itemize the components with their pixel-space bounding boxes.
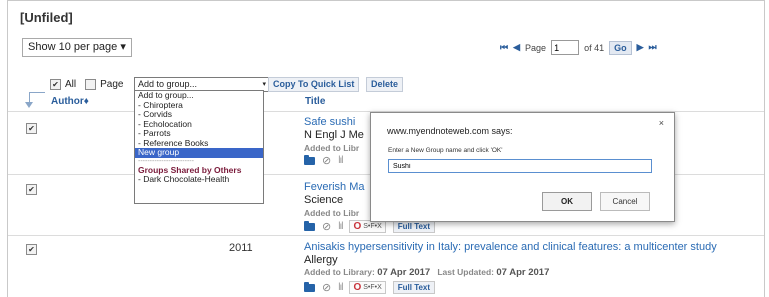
added-date: 07 Apr 2017: [377, 267, 431, 278]
row-checkbox[interactable]: ✔: [26, 184, 37, 195]
select-page-checkbox[interactable]: [85, 79, 97, 90]
reference-added: Added to Libr: [304, 208, 359, 218]
bar-chart-icon[interactable]: lıl: [338, 282, 343, 293]
paperclip-icon[interactable]: ⊘: [322, 282, 331, 293]
page-number-input[interactable]: [551, 40, 580, 55]
reference-added: Added to Library: 07 Apr 2017 Last Updat…: [304, 267, 549, 278]
sfx-label: S•F•X: [363, 223, 382, 230]
row-checkbox[interactable]: ✔: [26, 123, 37, 134]
new-group-prompt-dialog: www.myendnoteweb.com says: × Enter a New…: [370, 112, 675, 222]
next-page-icon[interactable]: ▶: [637, 42, 644, 53]
reference-title-link[interactable]: Anisakis hypersensitivity in Italy: prev…: [304, 241, 717, 253]
sort-icon: ♦: [83, 96, 89, 107]
reference-title-link[interactable]: Safe sushi: [304, 116, 355, 128]
page-label: Page: [525, 42, 547, 53]
column-header-author[interactable]: Author♦: [51, 96, 89, 107]
dialog-title: www.myendnoteweb.com says:: [387, 126, 513, 136]
selection-controls: ✔ All Page: [50, 79, 123, 90]
reference-journal: N Engl J Me: [304, 129, 364, 141]
dropdown-option[interactable]: - Dark Chocolate-Health: [135, 174, 263, 185]
paperclip-icon[interactable]: ⊘: [322, 221, 331, 232]
sfx-logo-icon: O: [353, 281, 362, 293]
folder-icon[interactable]: [304, 281, 315, 292]
cancel-button[interactable]: Cancel: [600, 192, 650, 211]
updated-label: Last Updated:: [437, 267, 494, 277]
folder-icon[interactable]: [304, 155, 315, 165]
go-button[interactable]: Go: [609, 40, 632, 55]
reference-year: 2011: [229, 242, 253, 254]
reference-title-link[interactable]: Feverish Ma: [304, 181, 365, 193]
bar-chart-icon[interactable]: lıl: [338, 156, 343, 166]
group-name-input[interactable]: [388, 159, 652, 173]
column-header-title[interactable]: Title: [305, 96, 325, 107]
paperclip-icon[interactable]: ⊘: [322, 156, 331, 167]
sfx-logo-icon: O: [353, 220, 362, 232]
first-page-icon[interactable]: ⏮: [500, 42, 508, 53]
library-panel: [Unfiled] Show 10 per page ▾ ⏮ ◀ Page of…: [7, 0, 765, 297]
page-count: of 41: [584, 42, 605, 53]
dropdown-option-new-group[interactable]: New group: [135, 147, 263, 158]
group-dropdown-list: Add to group... - Chiroptera - Corvids -…: [134, 90, 264, 204]
page-title: [Unfiled]: [20, 10, 73, 25]
per-page-label: Show 10 per page: [28, 41, 118, 53]
select-all-checkbox[interactable]: ✔: [50, 79, 61, 90]
down-arrow-icon: [25, 102, 33, 108]
previous-page-icon[interactable]: ◀: [513, 42, 520, 53]
ok-button[interactable]: OK: [542, 192, 592, 211]
dialog-prompt: Enter a New Group name and click 'OK': [388, 147, 503, 154]
updated-date: 07 Apr 2017: [496, 267, 550, 278]
chevron-down-icon: ▾: [120, 41, 126, 53]
copy-to-quick-list-button[interactable]: Copy To Quick List: [268, 77, 360, 92]
select-arrow-line: [29, 92, 45, 93]
bar-chart-icon[interactable]: lıl: [338, 221, 343, 232]
sfx-label: S•F•X: [363, 284, 382, 291]
last-page-icon[interactable]: ⏭: [649, 42, 657, 53]
added-label: Added to Libr: [304, 208, 360, 218]
folder-icon[interactable]: [304, 220, 315, 231]
full-text-button[interactable]: Full Text: [392, 281, 436, 294]
select-page-label: Page: [100, 79, 124, 90]
select-all-label: All: [65, 79, 77, 90]
reference-icons: ⊘ lıl O S•F•X Full Text: [304, 281, 436, 294]
author-header-label: Author: [51, 96, 84, 107]
reference-added: Added to Libr: [304, 143, 359, 153]
reference-journal: Science: [304, 194, 344, 206]
row-divider: [8, 235, 764, 236]
sfx-link-button[interactable]: O S•F•X: [349, 281, 386, 294]
added-label: Added to Library:: [304, 267, 375, 277]
per-page-select[interactable]: Show 10 per page ▾: [22, 38, 132, 57]
pagination: ⏮ ◀ Page of 41 Go ▶ ⏭: [500, 40, 657, 55]
reference-journal: Allergy: [304, 254, 338, 266]
delete-button[interactable]: Delete: [366, 77, 404, 92]
reference-icons: ⊘ lıl: [304, 155, 344, 167]
row-checkbox[interactable]: ✔: [26, 244, 37, 255]
add-to-group-value: Add to group...: [138, 79, 198, 89]
added-label: Added to Libr: [304, 143, 360, 153]
close-icon[interactable]: ×: [659, 118, 664, 128]
